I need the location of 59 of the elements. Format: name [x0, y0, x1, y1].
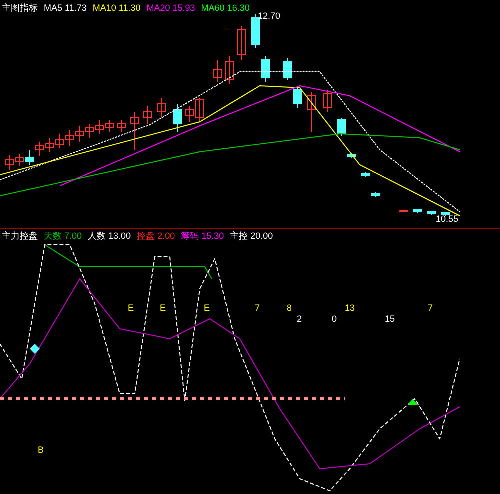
- signal-label: B: [38, 445, 44, 456]
- signal-label: 15: [385, 314, 396, 325]
- candlestick: [284, 58, 292, 80]
- candlestick: [6, 154, 14, 170]
- candlestick: [226, 56, 234, 84]
- candlestick: [372, 192, 380, 198]
- candlestick: [46, 138, 54, 152]
- candlestick: [362, 172, 370, 178]
- candlestick: [308, 92, 316, 132]
- arrow-icon: [408, 399, 418, 405]
- signal-label: E: [204, 303, 210, 314]
- high-price-label: 12.70: [258, 11, 281, 22]
- signal-label: 8: [287, 303, 292, 314]
- indicator-value: 控盘 2.00: [137, 231, 176, 242]
- candlestick: [262, 56, 270, 82]
- candlestick: [118, 120, 126, 132]
- candlestick: [400, 210, 408, 212]
- candlestick: [144, 106, 152, 124]
- candlestick: [66, 130, 74, 146]
- indicator-value: MA5 11.73: [44, 3, 87, 14]
- candlestick: [294, 86, 302, 108]
- candlestick: [96, 120, 104, 134]
- panel-title: 主图指标: [2, 3, 38, 14]
- candlestick: [56, 134, 64, 148]
- candlestick: [252, 14, 260, 48]
- indicator-value: 人数 13.00: [88, 231, 132, 242]
- signal-label: 7: [428, 303, 434, 314]
- candlestick: [130, 112, 140, 150]
- candlestick: [238, 26, 246, 60]
- low-price-label: 10.55: [436, 214, 459, 225]
- indicator-value: 天数 7.00: [44, 231, 82, 242]
- signal-label: 2: [297, 314, 302, 325]
- candlestick: [174, 104, 182, 132]
- candlestick: [86, 124, 94, 138]
- candlestick: [16, 154, 24, 166]
- candlestick: [106, 120, 114, 132]
- signal-label: E: [160, 303, 166, 314]
- indicator-value: MA20 15.93: [146, 3, 196, 14]
- candlestick: [158, 98, 166, 118]
- panel-title: 主力控盘: [2, 231, 38, 242]
- signal-label: 13: [345, 303, 356, 314]
- candlestick: [76, 126, 84, 142]
- candlestick: [414, 208, 422, 214]
- indicator-value: MA10 11.30: [92, 3, 141, 14]
- candlestick: [428, 210, 436, 216]
- signal-label: E: [128, 303, 134, 314]
- candlestick: [214, 60, 222, 82]
- candlestick: [338, 118, 346, 136]
- indicator-value: 主控 20.00: [230, 231, 274, 242]
- candlestick: [36, 142, 44, 156]
- candlestick: [442, 212, 450, 216]
- candlestick: [26, 150, 34, 166]
- candlestick: [348, 152, 356, 158]
- signal-label: 0: [332, 314, 338, 325]
- candlestick: [324, 90, 332, 112]
- indicator-value: 筹码 15.30: [181, 231, 224, 242]
- signal-label: 7: [255, 303, 260, 314]
- indicator-value: MA60 16.30: [201, 3, 250, 14]
- diamond-icon: [30, 344, 40, 354]
